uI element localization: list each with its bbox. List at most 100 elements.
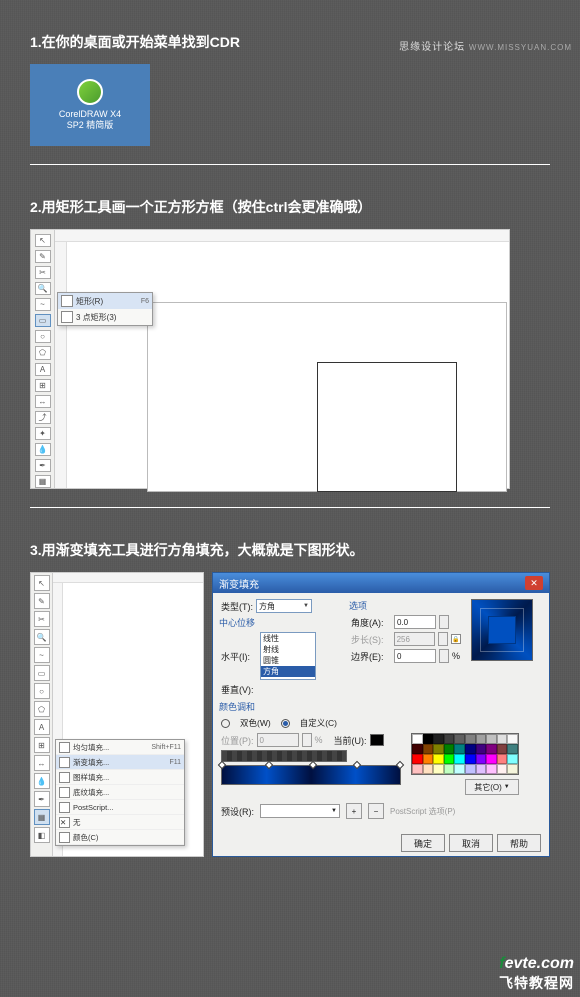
crop-tool-icon[interactable]: ✂ (34, 611, 50, 627)
palette-swatch[interactable] (497, 734, 508, 744)
palette-swatch[interactable] (507, 744, 518, 754)
palette-swatch[interactable] (454, 764, 465, 774)
palette-swatch[interactable] (465, 744, 476, 754)
palette-swatch[interactable] (465, 754, 476, 764)
polygon-tool-icon[interactable]: ⬠ (34, 701, 50, 717)
angle-input[interactable]: 0.0 (394, 615, 436, 629)
current-color-swatch[interactable] (370, 734, 384, 746)
palette-swatch[interactable] (423, 744, 434, 754)
palette-swatch[interactable] (423, 734, 434, 744)
custom-radio[interactable] (281, 719, 290, 728)
palette-swatch[interactable] (433, 734, 444, 744)
gradient-stop[interactable] (353, 761, 361, 769)
two-color-radio[interactable] (221, 719, 230, 728)
zoom-tool-icon[interactable]: 🔍 (34, 629, 50, 645)
fill-tool-icon[interactable]: ▦ (35, 475, 51, 488)
pattern-fill-item[interactable]: 图样填充... (56, 770, 184, 785)
rectangle-tool-icon[interactable]: ▭ (35, 314, 51, 327)
no-fill-item[interactable]: ✕无 (56, 815, 184, 830)
uniform-fill-item[interactable]: 均匀填充...Shift+F11 (56, 740, 184, 755)
palette-swatch[interactable] (476, 744, 487, 754)
shape-tool-icon[interactable]: ✎ (35, 250, 51, 263)
outline-tool-icon[interactable]: ✒ (34, 791, 50, 807)
palette-swatch[interactable] (433, 764, 444, 774)
rectangle-tool-icon[interactable]: ▭ (34, 665, 50, 681)
canvas[interactable] (67, 242, 509, 488)
palette-swatch[interactable] (486, 744, 497, 754)
palette-swatch[interactable] (486, 754, 497, 764)
palette-swatch[interactable] (507, 754, 518, 764)
gradient-stop[interactable] (396, 761, 404, 769)
preset-dropdown[interactable]: ▼ (260, 804, 340, 818)
eyedropper-tool-icon[interactable]: 💧 (35, 443, 51, 456)
flyout-rectangle[interactable]: 矩形(R) F6 (58, 293, 152, 309)
texture-fill-item[interactable]: 底纹填充... (56, 785, 184, 800)
interactive-fill-icon[interactable]: ◧ (34, 827, 50, 843)
palette-swatch[interactable] (433, 744, 444, 754)
effects-tool-icon[interactable]: ✦ (35, 427, 51, 440)
drawn-rectangle[interactable] (317, 362, 457, 492)
gradient-preview-bar[interactable] (221, 765, 401, 785)
freehand-tool-icon[interactable]: ~ (34, 647, 50, 663)
eyedropper-tool-icon[interactable]: 💧 (34, 773, 50, 789)
spinner[interactable] (439, 649, 449, 663)
ok-button[interactable]: 确定 (401, 834, 445, 852)
ellipse-tool-icon[interactable]: ○ (34, 683, 50, 699)
palette-swatch[interactable] (433, 754, 444, 764)
dimension-tool-icon[interactable]: ↔ (35, 395, 51, 408)
palette-swatch[interactable] (476, 764, 487, 774)
palette-swatch[interactable] (412, 754, 423, 764)
fill-tool-icon[interactable]: ▦ (34, 809, 50, 825)
palette-swatch[interactable] (497, 754, 508, 764)
freehand-tool-icon[interactable]: ~ (35, 298, 51, 311)
palette-swatch[interactable] (476, 734, 487, 744)
pick-tool-icon[interactable]: ↖ (34, 575, 50, 591)
pick-tool-icon[interactable]: ↖ (35, 234, 51, 247)
gradient-track-outline[interactable] (221, 750, 347, 762)
other-colors-button[interactable]: 其它(O)▼ (465, 779, 519, 795)
polygon-tool-icon[interactable]: ⬠ (35, 346, 51, 359)
outline-tool-icon[interactable]: ✒ (35, 459, 51, 472)
palette-swatch[interactable] (444, 754, 455, 764)
palette-swatch[interactable] (444, 734, 455, 744)
palette-swatch[interactable] (412, 764, 423, 774)
table-tool-icon[interactable]: ⊞ (35, 379, 51, 392)
gradient-stop[interactable] (265, 761, 273, 769)
add-preset-button[interactable]: + (346, 803, 362, 819)
spinner[interactable] (439, 615, 449, 629)
zoom-tool-icon[interactable]: 🔍 (35, 282, 51, 295)
color-docker-item[interactable]: 颜色(C) (56, 830, 184, 845)
palette-swatch[interactable] (486, 734, 497, 744)
palette-swatch[interactable] (423, 754, 434, 764)
palette-swatch[interactable] (507, 734, 518, 744)
color-palette[interactable] (411, 733, 519, 775)
close-button[interactable]: ✕ (525, 576, 543, 590)
cancel-button[interactable]: 取消 (449, 834, 493, 852)
palette-swatch[interactable] (507, 764, 518, 774)
ellipse-tool-icon[interactable]: ○ (35, 330, 51, 343)
gradient-stop[interactable] (309, 761, 317, 769)
type-dropdown[interactable]: 方角▼ (256, 599, 312, 613)
palette-swatch[interactable] (497, 764, 508, 774)
palette-swatch[interactable] (444, 764, 455, 774)
table-tool-icon[interactable]: ⊞ (34, 737, 50, 753)
palette-swatch[interactable] (454, 744, 465, 754)
palette-swatch[interactable] (497, 744, 508, 754)
shape-tool-icon[interactable]: ✎ (34, 593, 50, 609)
flyout-3point-rectangle[interactable]: 3 点矩形(3) (58, 309, 152, 325)
text-tool-icon[interactable]: A (35, 363, 51, 376)
connector-tool-icon[interactable]: ⤴ (35, 411, 51, 424)
palette-swatch[interactable] (486, 764, 497, 774)
palette-swatch[interactable] (444, 744, 455, 754)
gradient-stop[interactable] (218, 761, 226, 769)
palette-swatch[interactable] (454, 754, 465, 764)
dimension-tool-icon[interactable]: ↔ (34, 755, 50, 771)
coreldraw-shortcut[interactable]: CorelDRAW X4 SP2 精简版 (30, 64, 150, 146)
delete-preset-button[interactable]: − (368, 803, 384, 819)
postscript-fill-item[interactable]: PostScript... (56, 800, 184, 815)
text-tool-icon[interactable]: A (34, 719, 50, 735)
edge-input[interactable]: 0 (394, 649, 436, 663)
palette-swatch[interactable] (465, 734, 476, 744)
lock-icon[interactable]: 🔒 (451, 634, 461, 644)
type-listbox[interactable]: 线性 射线 圆锥 方角 (260, 632, 316, 680)
